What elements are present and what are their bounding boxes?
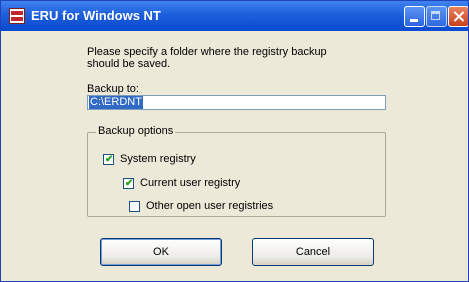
checkbox-box[interactable]: [129, 201, 140, 212]
backup-options-legend: Backup options: [96, 125, 176, 137]
cancel-button[interactable]: Cancel: [252, 238, 374, 266]
instruction-text: Please specify a folder where the regist…: [87, 46, 327, 70]
eru-app-icon: [9, 8, 25, 24]
dialog-window: ERU for Windows NT Please specify a fold…: [0, 0, 469, 282]
checkbox-box[interactable]: ✔: [123, 178, 134, 189]
maximize-button[interactable]: [426, 6, 447, 27]
minimize-button[interactable]: [404, 6, 425, 27]
ok-button[interactable]: OK: [100, 238, 222, 266]
current-user-registry-label: Current user registry: [140, 177, 241, 189]
close-button[interactable]: [448, 6, 468, 27]
backup-options-group: Backup options ✔ System registry ✔ Curre…: [87, 125, 386, 217]
checkbox-box[interactable]: ✔: [103, 154, 114, 165]
backup-path-input[interactable]: C:\ERDNT: [87, 95, 386, 110]
window-title: ERU for Windows NT: [31, 8, 161, 23]
other-user-registries-label: Other open user registries: [146, 200, 274, 212]
checkmark-icon: ✔: [125, 178, 134, 189]
system-registry-label: System registry: [120, 153, 196, 165]
backup-to-label: Backup to:: [87, 83, 139, 95]
checkmark-icon: ✔: [105, 154, 114, 165]
title-bar[interactable]: ERU for Windows NT: [1, 1, 468, 31]
dialog-body: Please specify a folder where the regist…: [1, 31, 468, 281]
backup-path-value: C:\ERDNT: [89, 96, 143, 109]
